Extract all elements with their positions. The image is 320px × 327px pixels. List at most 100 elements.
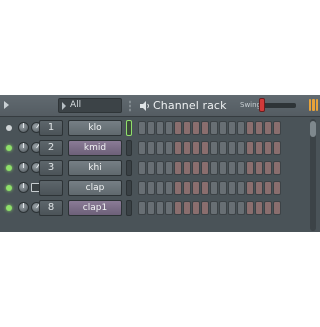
step-button[interactable] <box>228 161 236 175</box>
step-button[interactable] <box>192 161 200 175</box>
mixer-track-number[interactable]: 1 <box>39 120 63 136</box>
step-button[interactable] <box>246 201 254 215</box>
step-button[interactable] <box>246 141 254 155</box>
step-button[interactable] <box>156 161 164 175</box>
step-button[interactable] <box>192 201 200 215</box>
step-button[interactable] <box>246 161 254 175</box>
step-button[interactable] <box>264 181 272 195</box>
step-button[interactable] <box>237 141 245 155</box>
step-button[interactable] <box>183 201 191 215</box>
mixer-track-number[interactable]: 8 <box>39 200 63 216</box>
channel-name-button[interactable]: clap1 <box>68 200 122 216</box>
channel-select-indicator[interactable] <box>126 140 132 156</box>
step-button[interactable] <box>210 121 218 135</box>
step-button[interactable] <box>174 141 182 155</box>
step-button[interactable] <box>228 141 236 155</box>
step-button[interactable] <box>156 141 164 155</box>
step-button[interactable] <box>210 161 218 175</box>
step-button[interactable] <box>273 141 281 155</box>
step-button[interactable] <box>273 121 281 135</box>
channel-name-button[interactable]: clap <box>68 180 122 196</box>
mixer-track-number[interactable]: 2 <box>39 140 63 156</box>
step-button[interactable] <box>165 121 173 135</box>
step-button[interactable] <box>147 121 155 135</box>
step-button[interactable] <box>138 121 146 135</box>
pan-knob[interactable] <box>18 122 29 133</box>
step-button[interactable] <box>273 181 281 195</box>
pan-knob[interactable] <box>18 142 29 153</box>
step-button[interactable] <box>201 201 209 215</box>
step-button[interactable] <box>273 201 281 215</box>
channel-mute-led[interactable] <box>6 205 12 211</box>
step-button[interactable] <box>165 161 173 175</box>
step-button[interactable] <box>264 121 272 135</box>
step-button[interactable] <box>183 161 191 175</box>
step-button[interactable] <box>183 121 191 135</box>
channel-name-button[interactable]: klo <box>68 120 122 136</box>
step-button[interactable] <box>237 181 245 195</box>
step-button[interactable] <box>237 121 245 135</box>
channel-select-indicator[interactable] <box>126 200 132 216</box>
step-button[interactable] <box>219 201 227 215</box>
step-button[interactable] <box>192 141 200 155</box>
step-button[interactable] <box>264 201 272 215</box>
graph-editor-icon[interactable] <box>309 99 318 111</box>
step-button[interactable] <box>255 141 263 155</box>
channel-mute-led[interactable] <box>6 145 12 151</box>
mixer-track-number[interactable]: 3 <box>39 160 63 176</box>
channel-select-indicator[interactable] <box>126 120 132 136</box>
step-button[interactable] <box>210 141 218 155</box>
step-button[interactable] <box>228 121 236 135</box>
step-button[interactable] <box>156 181 164 195</box>
rack-menu-arrow-icon[interactable] <box>4 101 9 109</box>
pan-knob[interactable] <box>18 162 29 173</box>
channel-filter-select[interactable]: All <box>58 98 122 113</box>
step-button[interactable] <box>201 161 209 175</box>
channel-name-button[interactable]: khi <box>68 160 122 176</box>
step-button[interactable] <box>147 161 155 175</box>
step-button[interactable] <box>219 141 227 155</box>
step-button[interactable] <box>183 141 191 155</box>
step-button[interactable] <box>210 181 218 195</box>
step-button[interactable] <box>246 181 254 195</box>
step-button[interactable] <box>201 141 209 155</box>
channel-mute-led[interactable] <box>6 165 12 171</box>
step-button[interactable] <box>246 121 254 135</box>
step-button[interactable] <box>156 121 164 135</box>
step-button[interactable] <box>174 201 182 215</box>
step-button[interactable] <box>255 121 263 135</box>
step-button[interactable] <box>219 161 227 175</box>
pan-knob[interactable] <box>18 182 29 193</box>
step-button[interactable] <box>192 181 200 195</box>
step-button[interactable] <box>147 141 155 155</box>
step-button[interactable] <box>255 181 263 195</box>
step-button[interactable] <box>147 181 155 195</box>
step-button[interactable] <box>174 161 182 175</box>
channel-select-indicator[interactable] <box>126 160 132 176</box>
step-button[interactable] <box>138 141 146 155</box>
drag-grip-icon[interactable] <box>129 100 131 112</box>
step-button[interactable] <box>201 181 209 195</box>
swing-slider-handle[interactable] <box>260 99 264 111</box>
mixer-track-number[interactable] <box>39 180 63 196</box>
pan-knob[interactable] <box>18 202 29 213</box>
step-button[interactable] <box>165 181 173 195</box>
step-button[interactable] <box>237 161 245 175</box>
step-button[interactable] <box>237 201 245 215</box>
step-button[interactable] <box>255 161 263 175</box>
step-button[interactable] <box>192 121 200 135</box>
step-button[interactable] <box>219 121 227 135</box>
channel-mute-led[interactable] <box>6 125 12 131</box>
step-button[interactable] <box>174 121 182 135</box>
step-button[interactable] <box>165 141 173 155</box>
step-button[interactable] <box>210 201 218 215</box>
channel-select-indicator[interactable] <box>126 180 132 196</box>
scrollbar-thumb[interactable] <box>310 121 316 137</box>
step-button[interactable] <box>147 201 155 215</box>
step-button[interactable] <box>138 181 146 195</box>
step-button[interactable] <box>183 181 191 195</box>
step-button[interactable] <box>255 201 263 215</box>
step-button[interactable] <box>174 181 182 195</box>
step-button[interactable] <box>273 161 281 175</box>
channel-name-button[interactable]: kmid <box>68 140 122 156</box>
